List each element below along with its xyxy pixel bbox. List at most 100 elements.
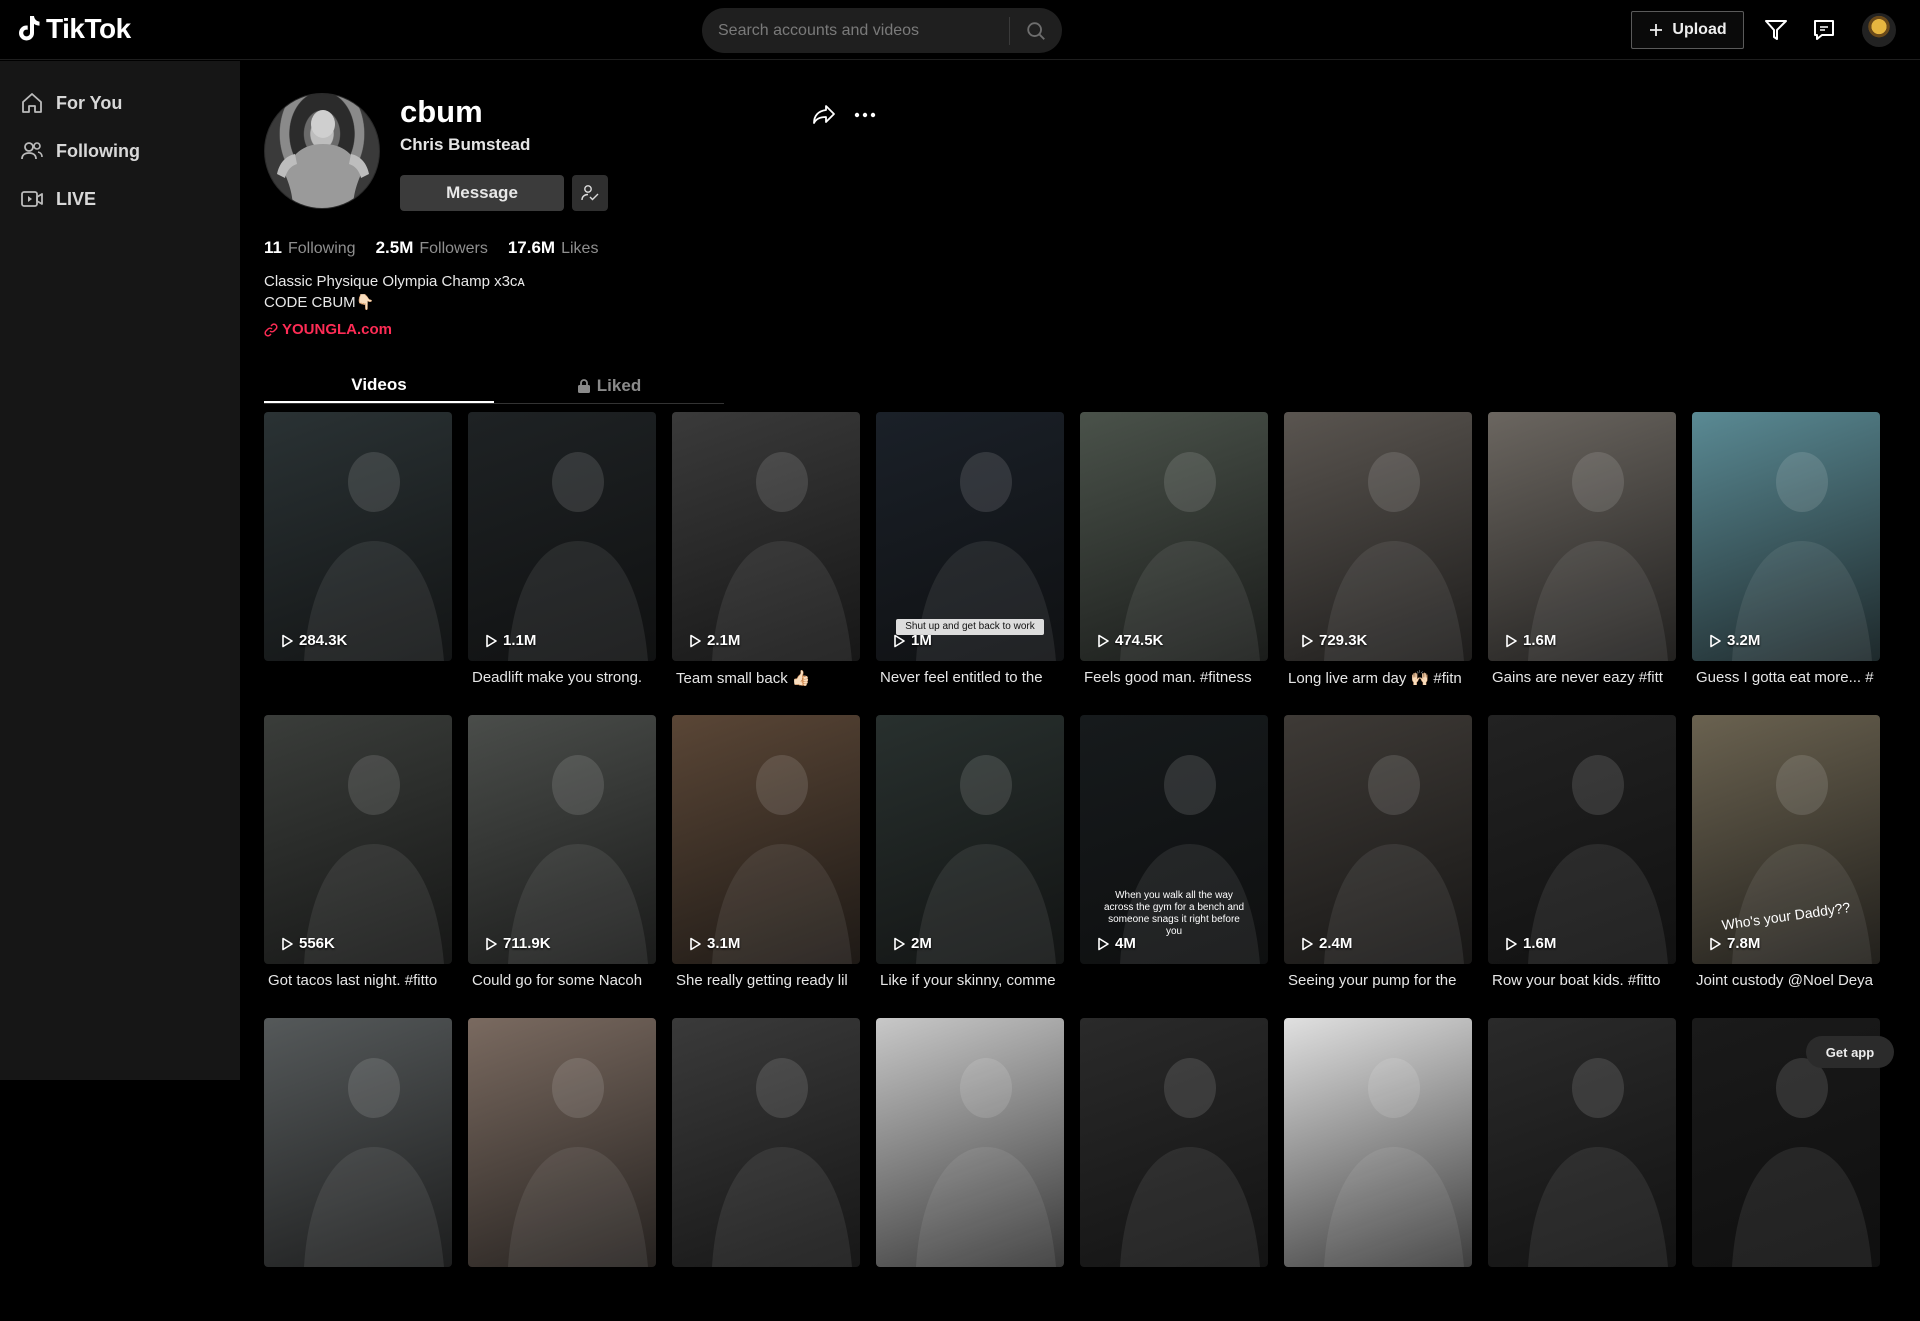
video-card[interactable] <box>876 1018 1064 1321</box>
video-card[interactable]: When you walk all the way across the gym… <box>1080 715 1268 1018</box>
video-thumbnail[interactable]: 729.3K <box>1284 412 1472 661</box>
more-options-icon[interactable] <box>852 102 878 128</box>
video-thumbnail[interactable] <box>468 1018 656 1267</box>
video-caption[interactable]: Guess I gotta eat more... # <box>1692 669 1880 686</box>
video-card[interactable]: 3.1M She really getting ready lil <box>672 715 860 1018</box>
stat-following[interactable]: 11 Following <box>264 238 356 258</box>
video-thumbnail[interactable]: 2.4M <box>1284 715 1472 964</box>
sidebar-item-following[interactable]: Following <box>20 136 140 166</box>
video-card[interactable]: 556K Got tacos last night. #fitto <box>264 715 452 1018</box>
search-button[interactable] <box>1010 8 1062 53</box>
upload-button[interactable]: Upload <box>1631 11 1744 49</box>
video-card[interactable] <box>1080 1018 1268 1321</box>
video-card[interactable]: 2.1M Team small back 👍🏻 <box>672 412 860 715</box>
video-card[interactable]: 729.3K Long live arm day 🙌🏻 #fitn <box>1284 412 1472 715</box>
video-thumbnail[interactable]: When you walk all the way across the gym… <box>1080 715 1268 964</box>
view-count-value: 4M <box>1115 935 1136 952</box>
video-card[interactable] <box>264 1018 452 1321</box>
video-caption[interactable]: Like if your skinny, comme <box>876 972 1064 989</box>
play-icon <box>1506 634 1517 647</box>
video-card[interactable] <box>1284 1018 1472 1321</box>
video-caption[interactable]: Long live arm day 🙌🏻 #fitn <box>1284 669 1472 687</box>
view-count-value: 1.1M <box>503 632 537 649</box>
video-card[interactable]: 474.5K Feels good man. #fitness <box>1080 412 1268 715</box>
tiktok-logo[interactable]: TikTok <box>14 13 131 45</box>
user-avatar[interactable] <box>1862 13 1896 47</box>
video-caption[interactable]: Joint custody @Noel Deya <box>1692 972 1880 989</box>
person-silhouette-icon <box>1324 755 1464 964</box>
video-thumbnail[interactable]: 1.6M <box>1488 412 1676 661</box>
video-thumbnail[interactable]: 1.1M <box>468 412 656 661</box>
person-silhouette-icon <box>508 755 648 964</box>
video-caption[interactable]: Feels good man. #fitness <box>1080 669 1268 686</box>
video-thumbnail[interactable]: Who's your Daddy?? 7.8M <box>1692 715 1880 964</box>
person-silhouette-icon <box>712 452 852 661</box>
stat-label: Followers <box>419 240 488 257</box>
profile-display-name: Chris Bumstead <box>400 135 531 154</box>
video-caption[interactable]: Never feel entitled to the <box>876 669 1064 686</box>
get-app-button[interactable]: Get app <box>1806 1036 1894 1068</box>
tab-liked[interactable]: Liked <box>494 368 724 403</box>
video-thumbnail[interactable] <box>876 1018 1064 1267</box>
sidebar-item-live[interactable]: LIVE <box>20 184 96 214</box>
video-card[interactable] <box>1488 1018 1676 1321</box>
video-caption[interactable]: Gains are never eazy #fitt <box>1488 669 1676 686</box>
video-thumbnail[interactable]: 556K <box>264 715 452 964</box>
video-thumbnail[interactable] <box>1488 1018 1676 1267</box>
view-count-value: 7.8M <box>1727 935 1761 952</box>
plus-icon <box>1650 24 1663 36</box>
video-card[interactable]: Shut up and get back to work 1M Never feel… <box>876 412 1064 715</box>
video-grid: 284.3K 1.1M Deadlift make you strong. 2.1M T… <box>264 412 1880 1321</box>
video-card[interactable] <box>672 1018 860 1321</box>
video-caption[interactable]: She really getting ready lil <box>672 972 860 989</box>
video-caption[interactable]: Could go for some Nacoh <box>468 972 656 989</box>
play-icon <box>282 634 293 647</box>
video-card[interactable]: 3.2M Guess I gotta eat more... # <box>1692 412 1880 715</box>
video-card[interactable]: 1.1M Deadlift make you strong. <box>468 412 656 715</box>
send-filter-icon <box>1765 20 1787 40</box>
video-thumbnail[interactable]: 3.1M <box>672 715 860 964</box>
video-caption[interactable]: Row your boat kids. #fitto <box>1488 972 1676 989</box>
video-thumbnail[interactable]: 1.6M <box>1488 715 1676 964</box>
video-card[interactable]: 711.9K Could go for some Nacoh <box>468 715 656 1018</box>
video-thumbnail[interactable]: 3.2M <box>1692 412 1880 661</box>
profile-link[interactable]: YOUNGLA.com <box>264 321 392 338</box>
tab-videos[interactable]: Videos <box>264 368 494 403</box>
users-icon <box>21 142 43 160</box>
share-icon[interactable] <box>811 102 837 128</box>
video-card[interactable]: 2.4M Seeing your pump for the <box>1284 715 1472 1018</box>
video-caption[interactable]: Deadlift make you strong. <box>468 669 656 686</box>
video-card[interactable]: 1.6M Row your boat kids. #fitto <box>1488 715 1676 1018</box>
video-thumbnail[interactable]: 284.3K <box>264 412 452 661</box>
video-caption[interactable]: Seeing your pump for the <box>1284 972 1472 989</box>
stat-followers[interactable]: 2.5M Followers <box>376 238 488 258</box>
person-silhouette-icon <box>1120 1058 1260 1267</box>
video-thumbnail[interactable] <box>672 1018 860 1267</box>
video-card[interactable]: 2M Like if your skinny, comme <box>876 715 1064 1018</box>
filter-button[interactable] <box>1763 17 1789 43</box>
video-caption[interactable]: Team small back 👍🏻 <box>672 669 860 687</box>
video-thumbnail[interactable] <box>1080 1018 1268 1267</box>
video-card[interactable]: Who's your Daddy?? 7.8M Joint custody @Noe… <box>1692 715 1880 1018</box>
video-card[interactable]: 284.3K <box>264 412 452 715</box>
view-count-value: 284.3K <box>299 632 348 649</box>
video-thumbnail[interactable]: 711.9K <box>468 715 656 964</box>
tab-label: Videos <box>351 374 407 394</box>
video-card[interactable]: 1.6M Gains are never eazy #fitt <box>1488 412 1676 715</box>
search-input[interactable] <box>718 21 1010 40</box>
video-thumbnail[interactable]: 2M <box>876 715 1064 964</box>
video-card[interactable] <box>468 1018 656 1321</box>
video-thumbnail[interactable]: Shut up and get back to work 1M <box>876 412 1064 661</box>
video-thumbnail[interactable]: 474.5K <box>1080 412 1268 661</box>
video-thumbnail[interactable]: 2.1M <box>672 412 860 661</box>
sidebar-item-for-you[interactable]: For You <box>20 88 122 118</box>
video-thumbnail[interactable] <box>1284 1018 1472 1267</box>
unfollow-button[interactable] <box>572 175 608 211</box>
play-icon <box>1710 634 1721 647</box>
video-caption[interactable]: Got tacos last night. #fitto <box>264 972 452 989</box>
video-thumbnail[interactable] <box>264 1018 452 1267</box>
message-button[interactable]: Message <box>400 175 564 211</box>
view-count: 7.8M <box>1708 935 1760 952</box>
play-icon <box>1302 937 1313 950</box>
inbox-button[interactable] <box>1811 17 1837 43</box>
